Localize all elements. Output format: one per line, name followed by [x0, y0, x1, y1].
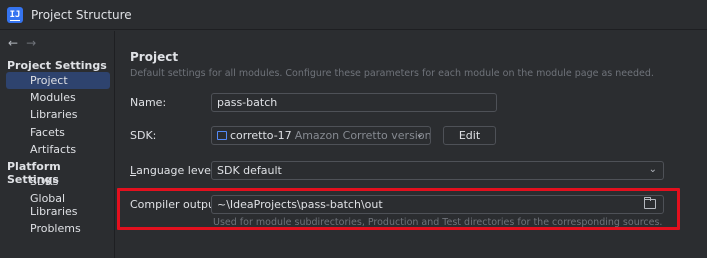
sidebar-item-global-libraries[interactable]: Global Libraries	[30, 192, 114, 218]
nav-arrows: ← →	[8, 36, 36, 50]
sdk-label: SDK:	[130, 129, 157, 142]
sidebar-item-libraries[interactable]: Libraries	[30, 108, 78, 121]
sidebar-item-artifacts[interactable]: Artifacts	[30, 143, 76, 156]
project-settings-header: Project Settings	[7, 59, 107, 72]
sidebar-item-problems[interactable]: Problems	[30, 222, 81, 235]
back-arrow-icon[interactable]: ←	[8, 36, 18, 50]
sdk-folder-icon	[217, 131, 227, 140]
window-title: Project Structure	[31, 8, 132, 22]
sdk-name: corretto-17	[230, 129, 292, 142]
chevron-down-icon: ⌄	[415, 129, 424, 140]
annotation-highlight-box	[117, 188, 680, 230]
sidebar-item-modules[interactable]: Modules	[30, 91, 76, 104]
forward-arrow-icon[interactable]: →	[26, 36, 36, 50]
sidebar-item-facets[interactable]: Facets	[30, 126, 65, 139]
sdk-detail: Amazon Corretto version 17	[294, 129, 431, 142]
sdk-select[interactable]: corretto-17Amazon Corretto version 17 ⌄	[211, 126, 431, 145]
sidebar: ← → Project Settings Project Modules Libr…	[0, 31, 114, 258]
language-level-value: SDK default	[217, 164, 282, 177]
name-label: Name:	[130, 96, 167, 109]
page-description: Default settings for all modules. Config…	[130, 68, 654, 79]
edit-button[interactable]: Edit	[443, 126, 496, 145]
language-level-label: Language level:	[130, 164, 218, 177]
sidebar-item-sdks[interactable]: SDKs	[30, 175, 58, 188]
title-bar: IJ Project Structure	[0, 0, 707, 30]
platform-settings-header: Platform Settings	[7, 160, 61, 186]
intellij-idea-icon: IJ	[7, 7, 23, 23]
language-level-select[interactable]: SDK default ⌄	[211, 161, 664, 180]
name-input[interactable]: pass-batch	[211, 93, 497, 112]
sidebar-item-project[interactable]: Project	[30, 74, 68, 87]
chevron-down-icon: ⌄	[648, 164, 657, 175]
page-title: Project	[130, 50, 179, 64]
